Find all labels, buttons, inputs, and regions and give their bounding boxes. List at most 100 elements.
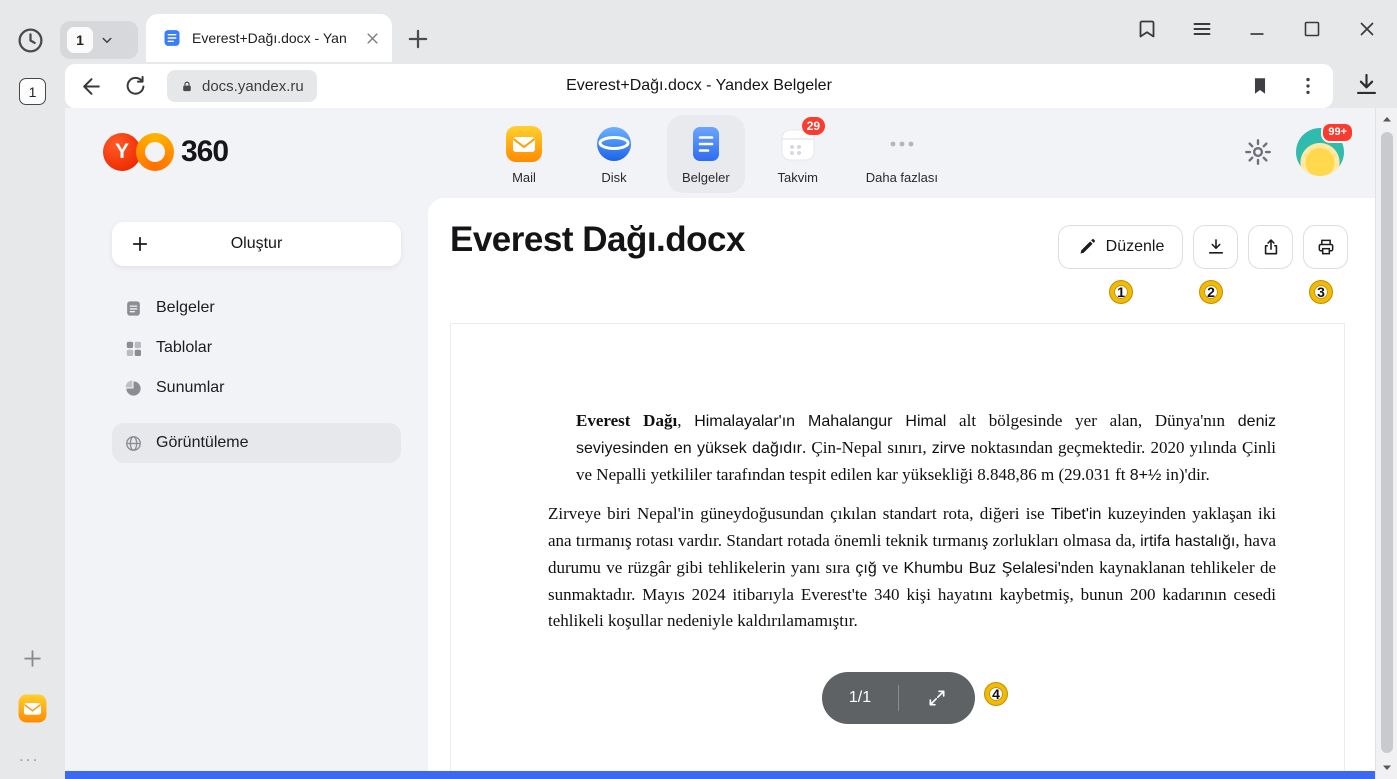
window-controls xyxy=(1135,17,1379,41)
sidebar-tab-counter[interactable]: 1 xyxy=(19,78,46,105)
logo-360-text: 360 xyxy=(181,135,228,169)
nav-label: Daha fazlası xyxy=(866,170,938,185)
sidebar-item-tablolar[interactable]: Tablolar xyxy=(112,328,401,368)
page-title: Everest Dağı.docx xyxy=(450,220,745,260)
web-content: Y 360 Mail Disk Belgeler xyxy=(65,108,1375,779)
scrollbar-thumb[interactable] xyxy=(1381,132,1393,753)
yandex-360-logo[interactable]: Y 360 xyxy=(103,133,228,171)
sidebar-item-goruntuleme[interactable]: Görüntüleme xyxy=(112,423,401,463)
sidebar-item-label: Görüntüleme xyxy=(156,434,249,452)
sidebar-list: Belgeler Tablolar Sunumlar xyxy=(112,288,401,463)
tab-strip: 1 Everest+Dağı.docx - Yan xyxy=(0,0,1397,62)
maximize-button[interactable] xyxy=(1300,17,1324,41)
downloads-icon[interactable] xyxy=(1353,71,1380,98)
scrollbar[interactable] xyxy=(1375,108,1397,779)
document-paragraph: Zirveye biri Nepal'in güneydoğusundan çı… xyxy=(548,501,1276,634)
pencil-icon xyxy=(1077,237,1097,257)
download-icon xyxy=(1206,237,1226,257)
create-label: Oluştur xyxy=(112,235,401,253)
tab-group-chip[interactable]: 1 xyxy=(60,21,138,59)
reload-button[interactable] xyxy=(123,74,148,99)
kebab-menu-icon[interactable] xyxy=(1297,75,1319,97)
page-body: Oluştur Belgeler Tablolar xyxy=(65,198,1375,771)
create-button[interactable]: Oluştur xyxy=(112,222,401,266)
tab-counter: 1 xyxy=(67,27,93,53)
bottom-blue-bar xyxy=(65,771,1375,779)
calendar-badge: 29 xyxy=(802,117,825,135)
yandex360-header: Y 360 Mail Disk Belgeler xyxy=(65,108,1375,198)
menu-icon[interactable] xyxy=(1190,17,1214,41)
active-tab[interactable]: Everest+Dağı.docx - Yan xyxy=(146,14,392,62)
collections-panel-icon[interactable] xyxy=(1135,17,1159,41)
yandex-mail-icon[interactable] xyxy=(17,693,48,724)
nav-item-mail[interactable]: Mail xyxy=(487,115,561,193)
bookmark-icon[interactable] xyxy=(1249,75,1271,97)
nav-item-belgeler[interactable]: Belgeler xyxy=(667,115,745,193)
nav-item-more[interactable]: Daha fazlası xyxy=(851,115,953,193)
sidebar-item-belgeler[interactable]: Belgeler xyxy=(112,288,401,328)
nav-item-takvim[interactable]: 29 Takvim xyxy=(761,115,835,193)
document-viewer: Everest Dağı.docx Düzenle xyxy=(428,198,1375,771)
close-window-button[interactable] xyxy=(1355,17,1379,41)
nav-label: Belgeler xyxy=(682,170,730,185)
fullscreen-icon xyxy=(927,688,947,708)
annotation-3: 3 xyxy=(1310,281,1332,303)
nav-label: Mail xyxy=(512,170,536,185)
page-indicator: 1/1 xyxy=(822,672,975,724)
services-nav: Mail Disk Belgeler 29 Takvim xyxy=(487,115,953,193)
plus-icon xyxy=(130,234,150,254)
edit-label: Düzenle xyxy=(1106,238,1165,256)
share-icon xyxy=(1261,237,1281,257)
settings-gear-icon[interactable] xyxy=(1243,137,1273,167)
docs-icon xyxy=(686,124,726,164)
docs-sidebar: Oluştur Belgeler Tablolar xyxy=(65,198,428,771)
annotation-2: 2 xyxy=(1200,281,1222,303)
sidebar-item-sunumlar[interactable]: Sunumlar xyxy=(112,368,401,408)
sidebar-item-label: Tablolar xyxy=(156,339,212,357)
address-bar: Everest+Dağı.docx - Yandex Belgeler docs… xyxy=(65,64,1333,108)
scroll-up-button[interactable] xyxy=(1380,114,1394,126)
annotation-4: 4 xyxy=(985,683,1007,705)
document-paragraph: Everest Dağı, Himalayalar'ın Mahalangur … xyxy=(576,408,1276,489)
lock-icon xyxy=(180,79,194,94)
nav-label: Disk xyxy=(601,170,626,185)
edit-button[interactable]: Düzenle xyxy=(1058,225,1183,269)
download-button[interactable] xyxy=(1193,225,1238,269)
avatar[interactable]: 99+ xyxy=(1296,128,1344,176)
url-chip[interactable]: docs.yandex.ru xyxy=(167,70,317,102)
history-clock-icon[interactable] xyxy=(16,26,45,55)
sidebar-item-label: Belgeler xyxy=(156,299,215,317)
browser-side-strip: 1 ... xyxy=(0,62,65,779)
presentation-pie-icon xyxy=(124,379,143,398)
url-text: docs.yandex.ru xyxy=(202,78,304,95)
nav-item-disk[interactable]: Disk xyxy=(577,115,651,193)
share-button[interactable] xyxy=(1248,225,1293,269)
toolbar: Düzenle xyxy=(1058,225,1348,269)
sidebar-plus-button[interactable] xyxy=(20,646,45,671)
fullscreen-button[interactable] xyxy=(899,688,975,708)
sidebar-item-label: Sunumlar xyxy=(156,379,224,397)
globe-icon xyxy=(124,434,143,453)
docs-favicon xyxy=(162,28,182,48)
page-count: 1/1 xyxy=(822,689,898,707)
new-tab-button[interactable] xyxy=(404,25,432,53)
mail-icon xyxy=(504,124,544,164)
yandex-o-icon xyxy=(136,133,174,171)
printer-icon xyxy=(1316,237,1336,257)
tab-close-icon[interactable] xyxy=(363,29,382,48)
calendar-icon: 29 xyxy=(778,124,818,164)
sidebar-more-icon[interactable]: ... xyxy=(19,746,39,766)
table-grid-icon xyxy=(124,339,143,358)
chevron-down-icon xyxy=(98,31,116,49)
more-dots-icon xyxy=(882,124,922,164)
nav-label: Takvim xyxy=(777,170,817,185)
document-icon xyxy=(124,299,143,318)
annotation-1: 1 xyxy=(1110,281,1132,303)
tab-title: Everest+Dağı.docx - Yan xyxy=(192,30,353,46)
address-bar-actions xyxy=(1249,75,1319,97)
print-button[interactable] xyxy=(1303,225,1348,269)
scroll-down-button[interactable] xyxy=(1380,761,1394,773)
back-button[interactable] xyxy=(79,74,104,99)
disk-icon xyxy=(594,124,634,164)
minimize-button[interactable] xyxy=(1245,17,1269,41)
